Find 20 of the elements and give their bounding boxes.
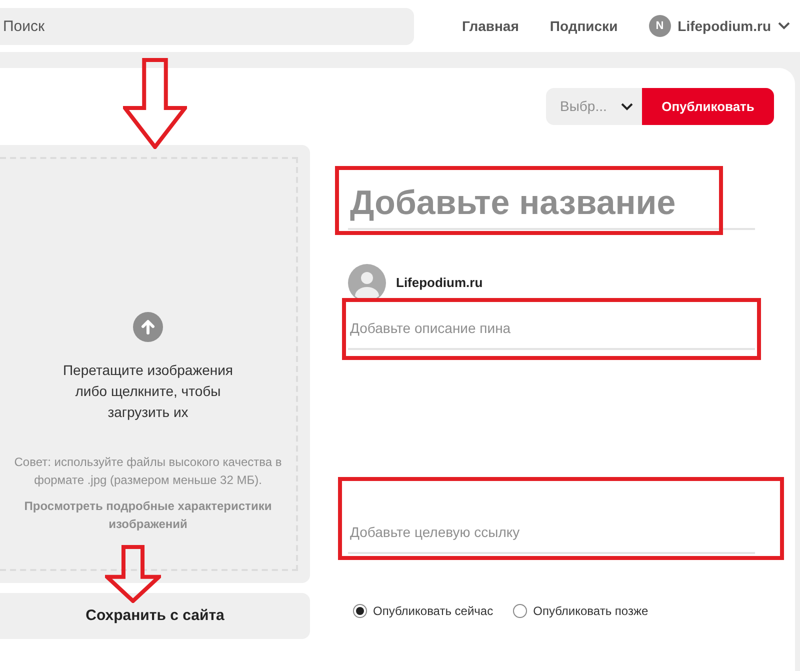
upload-icon — [133, 312, 163, 342]
description-field[interactable]: Добавьте описание пина — [348, 307, 755, 350]
upload-tip: Совет: используйте файлы высокого качества в формате .jpg (размером меньше 32 МБ). — [13, 454, 283, 489]
account-name[interactable]: Lifepodium.ru — [678, 16, 771, 36]
radio-button[interactable] — [353, 604, 367, 618]
radio-label: Опубликовать позже — [533, 603, 648, 620]
chevron-down-icon — [620, 102, 633, 110]
radio-label: Опубликовать сейчас — [373, 603, 494, 620]
author-name: Lifepodium.ru — [396, 274, 483, 292]
link-field[interactable]: Добавьте целевую ссылку — [348, 511, 755, 554]
title-field[interactable]: Добавьте название — [348, 178, 755, 230]
search-field[interactable]: Поиск — [0, 8, 414, 44]
upload-instruction: Перетащите изображения либо щелкните, чтобы загрузить их — [62, 361, 234, 422]
nav-link[interactable]: Подписки — [550, 16, 618, 36]
chevron-down-icon[interactable] — [778, 22, 790, 30]
nav-link[interactable]: Главная — [462, 16, 519, 36]
radio-button[interactable] — [513, 604, 528, 618]
upload-area[interactable]: Перетащите изображения либо щелкните, чтобы загрузить их Совет: используйте файлы высокого качества в формате .jpg (размером меньше 32 МБ). Просмотреть подробные характеристики изображений — [0, 145, 310, 583]
save-from-site-button[interactable]: Сохранить с сайта — [0, 593, 310, 639]
publish-button[interactable]: Опубликовать — [642, 88, 774, 125]
